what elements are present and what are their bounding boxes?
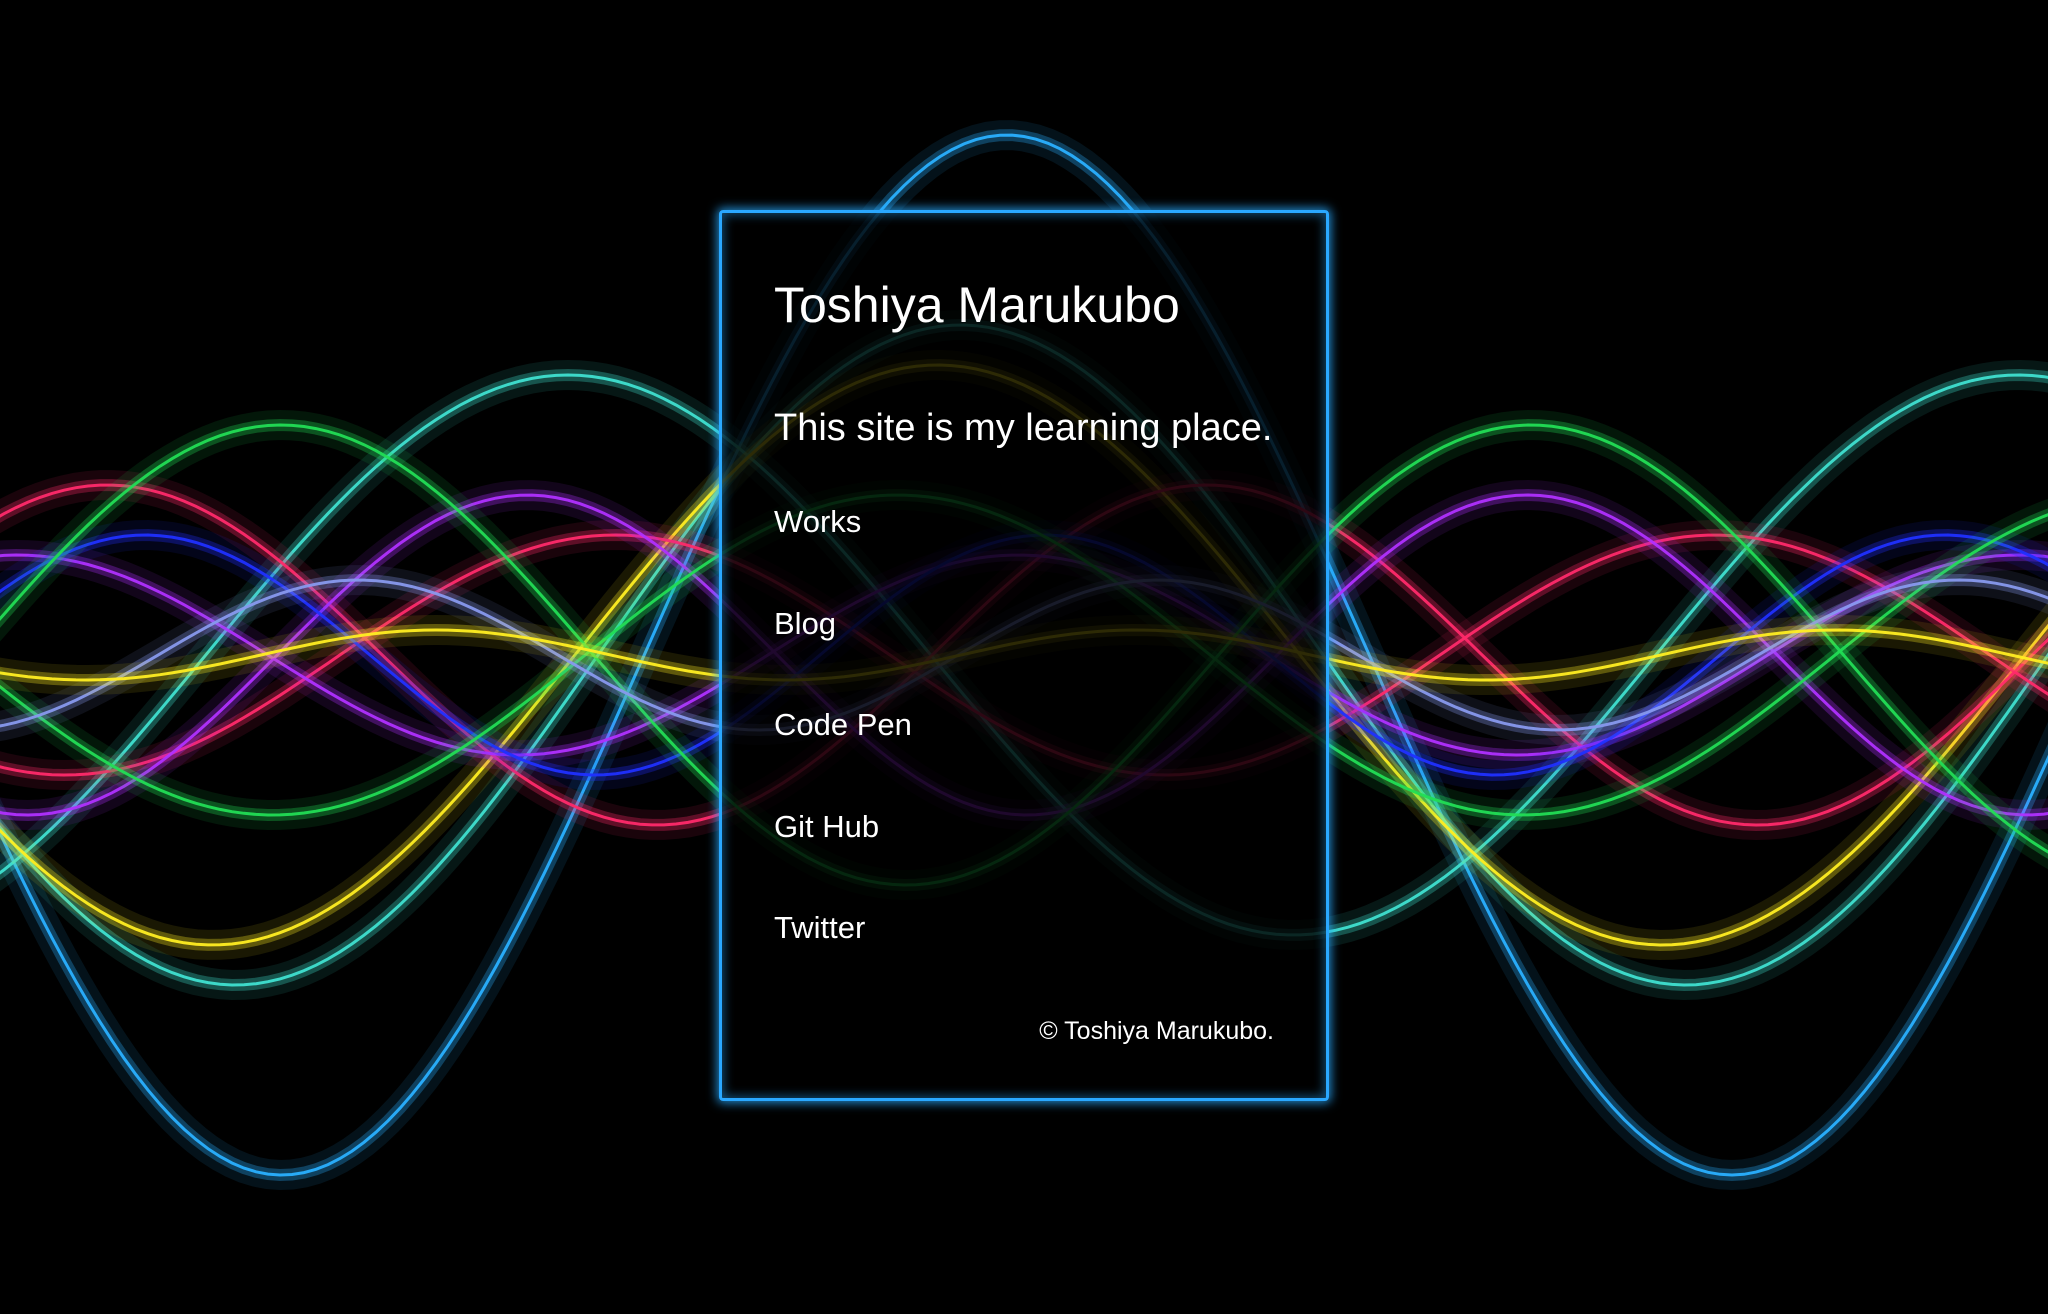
nav-item-github: Git Hub — [774, 808, 912, 910]
page-title: Toshiya Marukubo — [774, 277, 1180, 333]
twitter-link[interactable]: Twitter — [774, 910, 865, 945]
nav-list: Works Blog Code Pen Git Hub Twitter — [774, 503, 912, 1011]
site-tagline: This site is my learning place. — [774, 407, 1273, 449]
github-link[interactable]: Git Hub — [774, 809, 879, 844]
nav-item-codepen: Code Pen — [774, 706, 912, 808]
codepen-link[interactable]: Code Pen — [774, 707, 912, 742]
nav-item-works: Works — [774, 503, 912, 605]
copyright-text: © Toshiya Marukubo. — [1039, 1017, 1274, 1045]
profile-card: Toshiya Marukubo This site is my learnin… — [719, 210, 1329, 1101]
nav-item-twitter: Twitter — [774, 909, 912, 1011]
works-link[interactable]: Works — [774, 504, 861, 539]
nav-item-blog: Blog — [774, 605, 912, 707]
blog-link[interactable]: Blog — [774, 606, 836, 641]
